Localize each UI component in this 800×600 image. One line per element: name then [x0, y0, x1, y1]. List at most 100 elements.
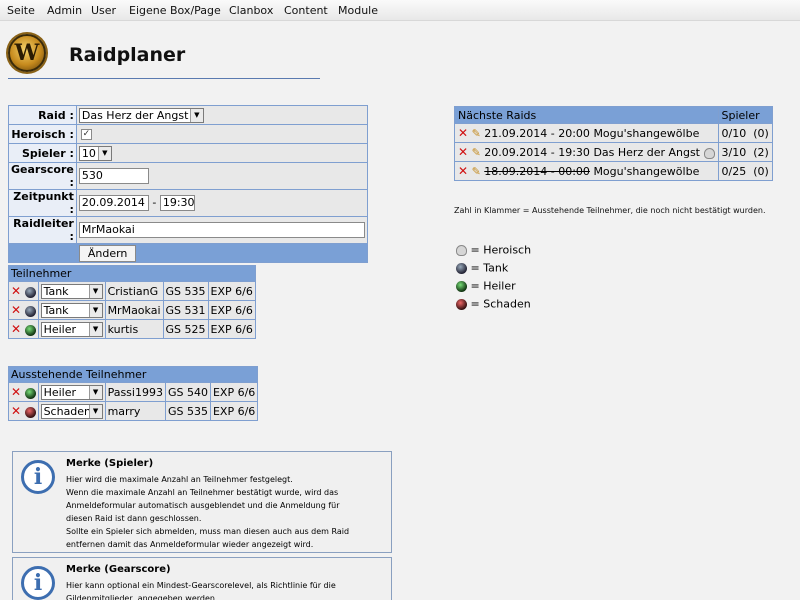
skull-icon: [456, 244, 467, 256]
leader-input[interactable]: MrMaokai: [78, 222, 365, 238]
page-title: Raidplaner: [69, 44, 186, 66]
raid-name[interactable]: Das Herz der Angst: [593, 146, 700, 159]
table-row: ✕ Schaden ▼ marry GS 535 EXP 6/6: [8, 401, 259, 421]
next-raids-table: Nächste Raids Spieler ✕ ✎ 21.09.2014 - 2…: [454, 106, 773, 181]
legend-healer-label: = Heiler: [470, 279, 516, 293]
raid-name[interactable]: Mogu'shangewölbe: [593, 127, 699, 140]
healer-icon: [24, 387, 36, 399]
delete-icon[interactable]: ✕: [11, 385, 21, 399]
remove-cell: ✕: [8, 401, 39, 421]
menu-item-content[interactable]: Content: [284, 4, 328, 17]
role-cell: Tank ▼: [37, 281, 106, 301]
players-select[interactable]: 10 ▼: [78, 145, 112, 161]
change-button[interactable]: Ändern: [78, 244, 137, 262]
heroic-checkbox[interactable]: ✓: [80, 129, 92, 140]
raid-form: Raid : Das Herz der Angst ▼ Heroisch : ✓ …: [8, 105, 368, 263]
raid-select[interactable]: Das Herz der Angst ▼: [78, 107, 204, 123]
pending-table: Ausstehende Teilnehmer ✕ Heiler ▼ Passi19…: [7, 366, 259, 421]
delete-icon[interactable]: ✕: [11, 303, 21, 317]
raid-name[interactable]: Mogu'shangewölbe: [593, 165, 699, 178]
edit-pencil-icon[interactable]: ✎: [472, 146, 481, 159]
role-select[interactable]: Heiler ▼: [40, 321, 103, 337]
player-exp: EXP 6/6: [207, 300, 256, 320]
raid-row[interactable]: ✕ ✎ 20.09.2014 - 19:30 Das Herz der Angs…: [454, 142, 773, 162]
menu-item-user[interactable]: User: [91, 4, 116, 17]
raid-date[interactable]: 18.09.2014 - 00:00: [484, 165, 590, 178]
healer-icon: [24, 324, 36, 336]
menu-item-clanbox[interactable]: Clanbox: [229, 4, 273, 17]
info-icon: i: [21, 566, 55, 600]
time-separator: -: [152, 196, 157, 209]
logo-letter: W: [14, 40, 40, 66]
edit-pencil-icon[interactable]: ✎: [472, 165, 481, 178]
menu-item-eigene-box[interactable]: Eigene Box/Page: [129, 4, 221, 17]
info-line: entfernen damit das Anmeldeformular wied…: [66, 540, 314, 549]
info-box-players: i Merke (Spieler) Hier wird die maximale…: [12, 451, 392, 553]
menu-item-module[interactable]: Module: [338, 4, 378, 17]
role-select[interactable]: Tank ▼: [40, 302, 103, 318]
info-line: Sollte ein Spieler sich abmelden, muss m…: [66, 527, 350, 536]
legend-heroic: = Heroisch: [456, 243, 531, 257]
delete-icon[interactable]: ✕: [458, 164, 468, 178]
legend-damage: = Schaden: [456, 297, 531, 311]
table-row: ✕ Heiler ▼ Passi1993 GS 540 EXP 6/6: [8, 382, 259, 402]
edit-pencil-icon[interactable]: ✎: [472, 127, 481, 140]
raid-players: 0/10 (0): [717, 123, 773, 143]
raid-player-count: 0/25: [721, 164, 747, 178]
raid-date[interactable]: 20.09.2014 - 19:30: [484, 146, 590, 159]
info-box-gearscore: i Merke (Gearscore) Hier kann optional e…: [12, 557, 392, 600]
player-exp: EXP 6/6: [209, 382, 259, 402]
time-input[interactable]: 19:30: [159, 195, 195, 211]
chevron-down-icon: ▼: [88, 303, 102, 317]
time-cell: 20.09.2014 - 19:30: [75, 189, 368, 217]
participants-table: Teilnehmer ✕ Tank ▼ CristianG GS 535 EXP …: [8, 265, 256, 339]
player-name: CristianG: [104, 281, 164, 301]
gearscore-input[interactable]: 530: [78, 168, 149, 184]
table-row: ✕ Tank ▼ CristianG GS 535 EXP 6/6: [8, 281, 256, 301]
table-row: ✕ Tank ▼ MrMaokai GS 531 EXP 6/6: [8, 300, 256, 320]
player-name: marry: [104, 401, 166, 421]
player-name: MrMaokai: [104, 300, 164, 320]
role-select[interactable]: Heiler ▼: [40, 384, 103, 400]
remove-cell: ✕: [8, 319, 39, 339]
player-gs: GS 540: [164, 382, 211, 402]
raid-players: 0/25 (0): [717, 161, 773, 181]
player-gs: GS 531: [162, 300, 209, 320]
role-cell: Tank ▼: [37, 300, 106, 320]
raid-date[interactable]: 21.09.2014 - 20:00: [484, 127, 590, 140]
delete-icon[interactable]: ✕: [11, 284, 21, 298]
role-value: Tank: [43, 303, 69, 317]
role-select[interactable]: Schaden ▼: [40, 403, 103, 419]
menu-item-seite[interactable]: Seite: [7, 4, 35, 17]
raid-player-count: 3/10: [721, 145, 747, 159]
raid-row[interactable]: ✕ ✎ 18.09.2014 - 00:00 Mogu'shangewölbe …: [454, 161, 773, 181]
delete-icon[interactable]: ✕: [458, 145, 468, 159]
raid-select-value: Das Herz der Angst: [81, 108, 189, 122]
chevron-down-icon: ▼: [88, 385, 102, 399]
delete-icon[interactable]: ✕: [458, 126, 468, 140]
raid-pending-count: (0): [753, 164, 769, 178]
date-input[interactable]: 20.09.2014: [78, 195, 149, 211]
role-select[interactable]: Tank ▼: [40, 283, 103, 299]
player-name: kurtis: [104, 319, 164, 339]
raid-players: 3/10 (2): [717, 142, 773, 162]
chevron-down-icon: ▼: [189, 108, 203, 122]
damage-icon: [456, 298, 467, 310]
tank-icon: [24, 286, 36, 298]
raid-player-count: 0/10: [721, 126, 747, 140]
raid-row[interactable]: ✕ ✎ 21.09.2014 - 20:00 Mogu'shangewölbe …: [454, 123, 773, 143]
title-divider: [8, 78, 320, 79]
menu-item-admin[interactable]: Admin: [47, 4, 82, 17]
info-line: Gildenmitglieder, angegeben werden.: [66, 594, 218, 600]
tank-icon: [24, 305, 36, 317]
healer-icon: [456, 280, 467, 292]
legend-tank: = Tank: [456, 261, 508, 275]
remove-cell: ✕: [8, 281, 39, 301]
role-value: Schaden: [43, 404, 92, 418]
delete-icon[interactable]: ✕: [11, 404, 21, 418]
form-footer: Ändern: [75, 243, 368, 263]
gearscore-label: Gearscore :: [8, 162, 77, 190]
role-cell: Heiler ▼: [37, 382, 106, 402]
leader-label: Raidleiter :: [8, 216, 77, 244]
delete-icon[interactable]: ✕: [11, 322, 21, 336]
